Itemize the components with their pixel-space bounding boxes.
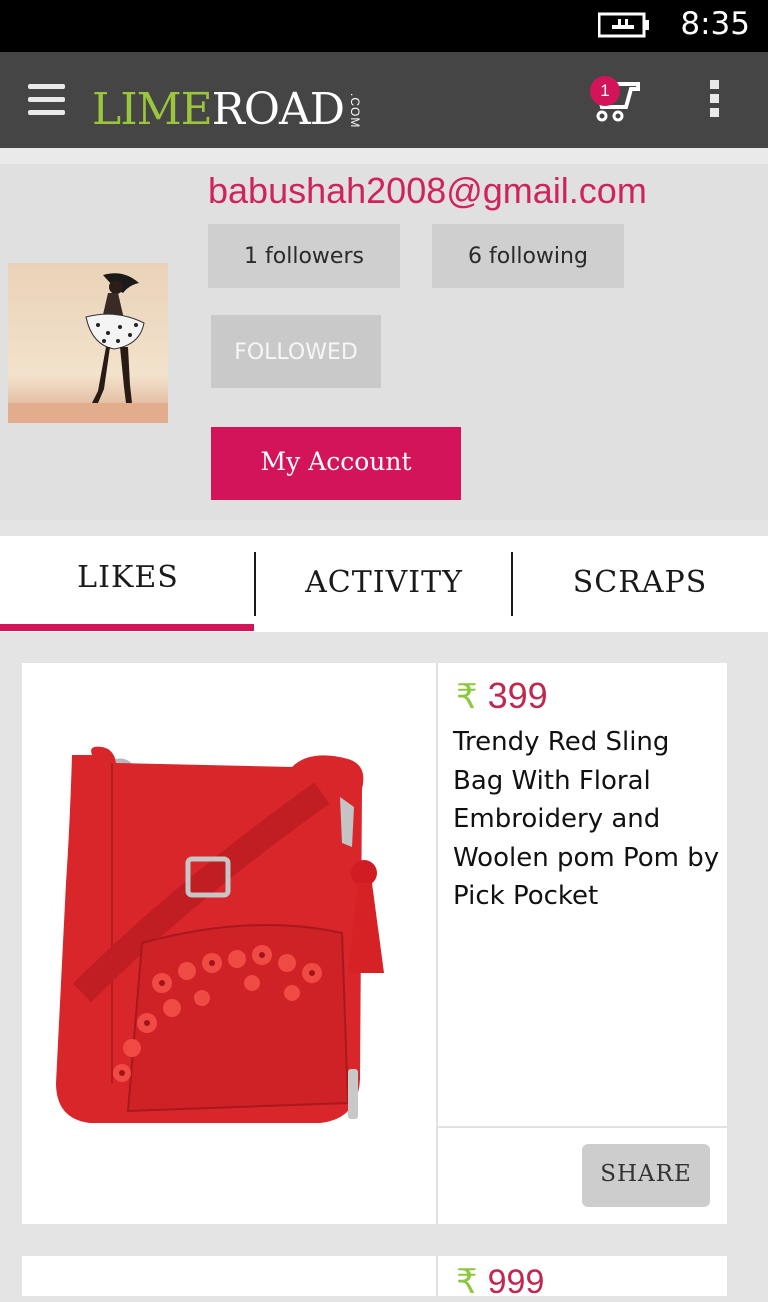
logo-lime-text: LIME: [92, 84, 213, 135]
cart-button[interactable]: 1: [590, 76, 642, 124]
product-image[interactable]: [22, 1256, 438, 1296]
product-image[interactable]: [22, 663, 438, 1224]
status-time: 8:35: [680, 6, 750, 42]
tab-likes[interactable]: LIKES: [0, 536, 256, 632]
active-tab-indicator: [0, 624, 254, 631]
product-card[interactable]: ₹399 Trendy Red Sling Bag With Floral Em…: [22, 663, 727, 1224]
logo-com-text: .COM: [348, 92, 363, 128]
profile-tabs: LIKES ACTIVITY SCRAPS: [0, 536, 768, 632]
more-vertical-icon[interactable]: [704, 80, 724, 120]
product-price: ₹999: [456, 1262, 544, 1302]
app-bar: LIME ROAD .COM 1: [0, 52, 768, 148]
my-account-button[interactable]: My Account: [211, 427, 461, 500]
limeroad-logo[interactable]: LIME ROAD .COM: [92, 72, 362, 132]
hamburger-menu-icon[interactable]: [28, 84, 65, 116]
following-button[interactable]: 6 following: [432, 224, 624, 288]
tab-activity[interactable]: ACTIVITY: [256, 536, 512, 632]
followers-button[interactable]: 1 followers: [208, 224, 400, 288]
profile-email: babushah2008@gmail.com: [208, 170, 647, 211]
product-card[interactable]: ₹999: [22, 1256, 727, 1302]
card-divider: [438, 1126, 727, 1128]
price-amount: 399: [487, 675, 548, 716]
product-price: ₹399: [456, 675, 548, 717]
battery-charging-icon: [598, 12, 649, 38]
profile-header: babushah2008@gmail.com 1 followers 6 fol…: [0, 148, 768, 520]
price-amount: 999: [487, 1263, 545, 1301]
followed-button[interactable]: FOLLOWED: [211, 315, 381, 388]
product-title[interactable]: Trendy Red Sling Bag With Floral Embroid…: [453, 723, 725, 916]
tab-scraps[interactable]: SCRAPS: [512, 536, 768, 632]
cart-count-badge: 1: [590, 76, 620, 106]
avatar: [8, 263, 168, 423]
share-button[interactable]: SHARE: [582, 1144, 710, 1207]
rupee-icon: ₹: [456, 677, 478, 717]
rupee-icon: ₹: [456, 1262, 478, 1302]
status-bar: 8:35: [0, 0, 768, 52]
logo-road-text: ROAD: [211, 84, 345, 135]
